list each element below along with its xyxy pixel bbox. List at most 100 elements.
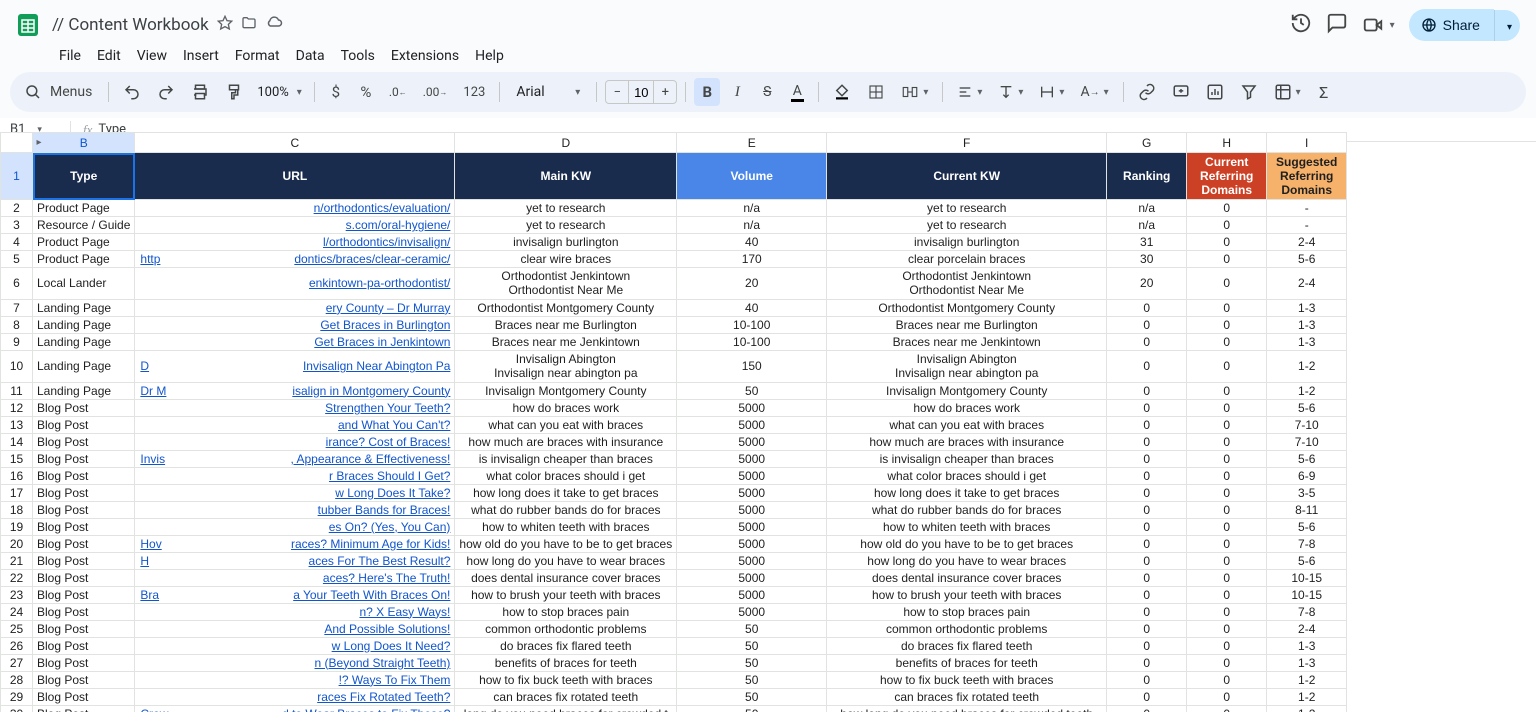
row-header-2[interactable]: 2	[1, 200, 33, 217]
cell[interactable]: 5-6	[1267, 450, 1347, 467]
cell[interactable]: 3-5	[1267, 484, 1347, 501]
menu-data[interactable]: Data	[289, 46, 332, 66]
cell[interactable]: how to fix buck teeth with braces	[455, 671, 677, 688]
cell[interactable]: how long do you need braces for crowded …	[827, 705, 1107, 712]
cell[interactable]: 0	[1107, 416, 1187, 433]
header-cell-H[interactable]: Current Referring Domains	[1187, 153, 1267, 200]
cell[interactable]: 0	[1107, 688, 1187, 705]
cell[interactable]: Landing Page	[33, 333, 135, 350]
column-header-D[interactable]: D	[455, 133, 677, 153]
menu-extensions[interactable]: Extensions	[384, 46, 466, 66]
row-header-23[interactable]: 23	[1, 586, 33, 603]
cell[interactable]: how old do you have to be to get braces	[455, 535, 677, 552]
cell[interactable]: 10-15	[1267, 569, 1347, 586]
cell[interactable]: Braces near me Burlington	[827, 316, 1107, 333]
menu-file[interactable]: File	[52, 46, 88, 66]
cell[interactable]: Blog Post	[33, 416, 135, 433]
row-header-14[interactable]: 14	[1, 433, 33, 450]
decrease-decimal-button[interactable]: .0←	[383, 78, 413, 106]
horizontal-align-button[interactable]: ▾	[951, 78, 988, 106]
cell[interactable]: 5000	[677, 399, 827, 416]
cell[interactable]: 0	[1187, 705, 1267, 712]
cell[interactable]: enkintown-pa-orthodontist/	[135, 268, 455, 300]
cell[interactable]: clear porcelain braces	[827, 251, 1107, 268]
cell[interactable]: 7-10	[1267, 416, 1347, 433]
cell[interactable]: n/a	[1107, 200, 1187, 217]
cell[interactable]: Blog PostHov	[33, 535, 135, 552]
cell[interactable]: Blog Post	[33, 518, 135, 535]
font-size-input[interactable]	[628, 81, 654, 103]
cell[interactable]: 10-15	[1267, 586, 1347, 603]
menu-view[interactable]: View	[130, 46, 174, 66]
row-header-1[interactable]: 1	[1, 153, 33, 200]
cell[interactable]: common orthodontic problems	[455, 620, 677, 637]
header-cell-I[interactable]: Suggested Referring Domains	[1267, 153, 1347, 200]
cell[interactable]: 0	[1187, 671, 1267, 688]
cell[interactable]: how to fix buck teeth with braces	[827, 671, 1107, 688]
cell[interactable]: aces For The Best Result?	[135, 552, 455, 569]
cell[interactable]: 7-10	[1267, 433, 1347, 450]
cell[interactable]: 0	[1187, 484, 1267, 501]
cell[interactable]: Blog Post	[33, 654, 135, 671]
cell[interactable]: Blog Post	[33, 603, 135, 620]
cell[interactable]: 1-3	[1267, 333, 1347, 350]
cell[interactable]: 7-8	[1267, 603, 1347, 620]
cell[interactable]: Product Page	[33, 234, 135, 251]
cell[interactable]: w Long Does It Need?	[135, 637, 455, 654]
cell[interactable]: how to brush your teeth with braces	[455, 586, 677, 603]
cell[interactable]: 50	[677, 382, 827, 399]
cell[interactable]: 0	[1107, 467, 1187, 484]
cell[interactable]: 0	[1187, 569, 1267, 586]
print-button[interactable]	[185, 78, 215, 106]
cell[interactable]: 50	[677, 688, 827, 705]
sheets-logo[interactable]	[14, 11, 42, 39]
row-header-8[interactable]: 8	[1, 316, 33, 333]
cell[interactable]: -	[1267, 217, 1347, 234]
header-cell-C[interactable]: URL	[135, 153, 455, 200]
cell[interactable]: 0	[1187, 654, 1267, 671]
decrease-font-size-button[interactable]: −	[606, 85, 628, 100]
cell[interactable]: 0	[1187, 450, 1267, 467]
cell[interactable]: Blog PostBra	[33, 586, 135, 603]
cell[interactable]: can braces fix rotated teeth	[827, 688, 1107, 705]
cell[interactable]: Braces near me Jenkintown	[827, 333, 1107, 350]
row-header-5[interactable]: 5	[1, 251, 33, 268]
font-family-select[interactable]: Arial▾	[508, 84, 588, 100]
cell[interactable]: 0	[1187, 518, 1267, 535]
row-header-21[interactable]: 21	[1, 552, 33, 569]
row-header-26[interactable]: 26	[1, 637, 33, 654]
insert-comment-button[interactable]	[1166, 78, 1196, 106]
row-header-9[interactable]: 9	[1, 333, 33, 350]
filter-button[interactable]	[1234, 78, 1264, 106]
cell[interactable]: Get Braces in Jenkintown	[135, 333, 455, 350]
cell[interactable]: 0	[1107, 535, 1187, 552]
functions-button[interactable]: Σ	[1311, 78, 1337, 106]
cell[interactable]: 5000	[677, 484, 827, 501]
increase-font-size-button[interactable]: +	[654, 85, 676, 100]
cell[interactable]: Strengthen Your Teeth?	[135, 399, 455, 416]
cell[interactable]: Blog PostCrow	[33, 705, 135, 712]
cloud-status-icon[interactable]	[265, 14, 283, 36]
cell[interactable]: 0	[1187, 316, 1267, 333]
bold-button[interactable]: B	[694, 78, 720, 106]
fill-color-button[interactable]	[827, 78, 857, 106]
cell[interactable]: 0	[1187, 268, 1267, 300]
text-color-button[interactable]: A	[784, 78, 810, 106]
cell[interactable]: is invisalign cheaper than braces	[827, 450, 1107, 467]
cell[interactable]: 0	[1107, 586, 1187, 603]
cell[interactable]: 0	[1187, 467, 1267, 484]
cell[interactable]: how long does it take to get braces	[827, 484, 1107, 501]
cell[interactable]: 5000	[677, 569, 827, 586]
cell[interactable]: s.com/oral-hygiene/	[135, 217, 455, 234]
row-header-4[interactable]: 4	[1, 234, 33, 251]
cell[interactable]: , Appearance & Effectiveness!	[135, 450, 455, 467]
row-header-6[interactable]: 6	[1, 268, 33, 300]
cell[interactable]: and What You Can't?	[135, 416, 455, 433]
cell[interactable]: r Braces Should I Get?	[135, 467, 455, 484]
cell[interactable]: 5000	[677, 467, 827, 484]
cell[interactable]: 0	[1187, 688, 1267, 705]
cell[interactable]: 5000	[677, 416, 827, 433]
cell[interactable]: 0	[1187, 333, 1267, 350]
cell[interactable]: how do braces work	[827, 399, 1107, 416]
cell[interactable]: a Your Teeth With Braces On!	[135, 586, 455, 603]
